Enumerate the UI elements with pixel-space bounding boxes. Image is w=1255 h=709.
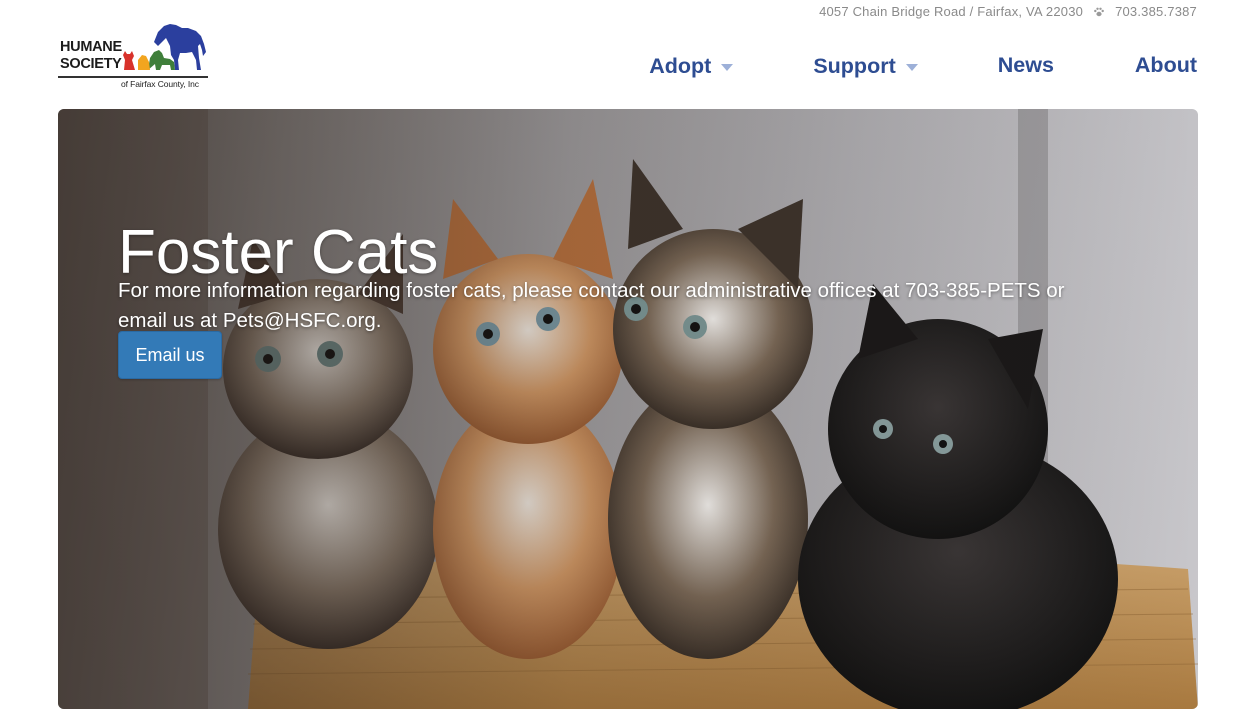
hero-banner: Foster Cats For more information regardi… (58, 109, 1198, 709)
logo-wordmark: HUMANE SOCIETY (60, 39, 122, 73)
hero-description: For more information regarding foster ca… (118, 278, 1065, 332)
phone-link[interactable]: 703.385.7387 (1115, 4, 1197, 19)
nav-about-label: About (1134, 53, 1197, 77)
nav-news[interactable]: News (998, 52, 1054, 79)
logo-divider (58, 76, 208, 78)
site-logo[interactable]: HUMANE SOCIETY of Fairfax County, Inc (58, 22, 210, 92)
kittens-photo (58, 109, 1198, 709)
nav-about[interactable]: About (1135, 52, 1197, 79)
caret-down-icon (721, 64, 734, 71)
nav-news-label: News (997, 53, 1054, 77)
email-us-button[interactable]: Email us (118, 331, 222, 379)
nav-support[interactable]: Support (813, 54, 918, 79)
logo-line-2: SOCIETY (60, 56, 122, 72)
main-nav: Adopt Support News About (649, 52, 1197, 79)
paw-icon (1093, 6, 1105, 18)
nav-adopt[interactable]: Adopt (649, 54, 734, 79)
logo-subtitle: of Fairfax County, Inc (121, 79, 199, 89)
nav-adopt-label: Adopt (649, 54, 712, 78)
utility-bar: 4057 Chain Bridge Road / Fairfax, VA 220… (819, 4, 1197, 19)
nav-support-label: Support (813, 54, 896, 78)
address-text: 4057 Chain Bridge Road / Fairfax, VA 220… (819, 4, 1084, 19)
caret-down-icon (905, 64, 918, 71)
logo-line-1: HUMANE (60, 39, 122, 55)
